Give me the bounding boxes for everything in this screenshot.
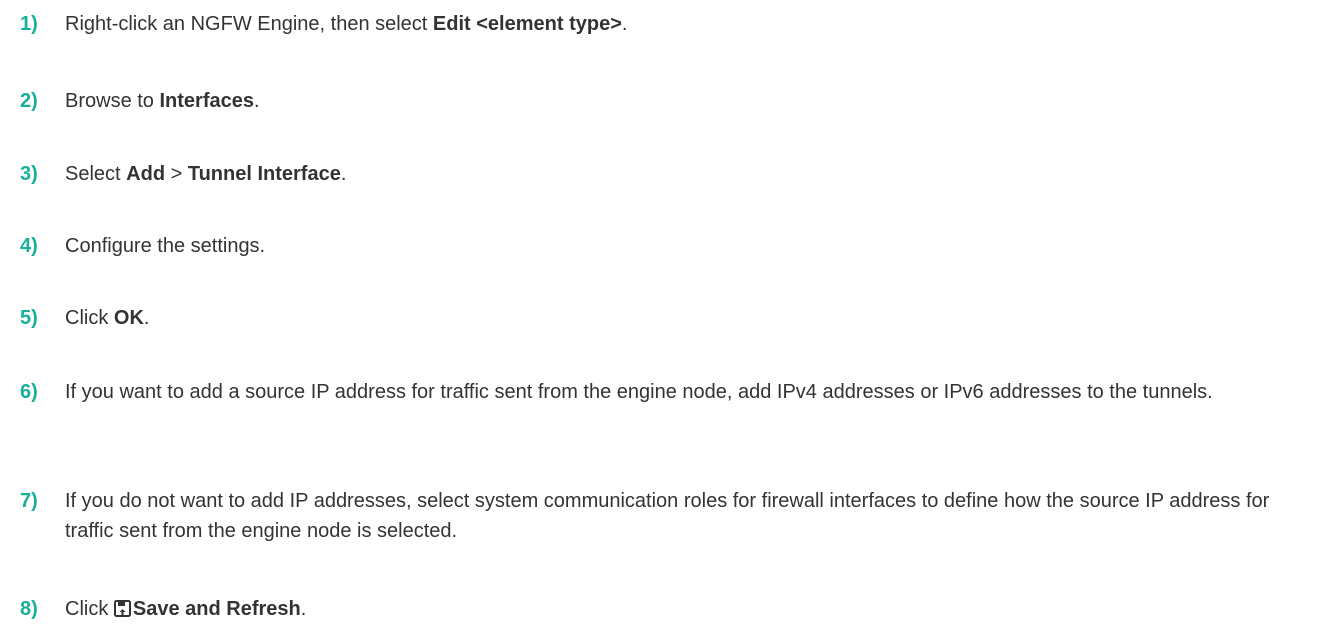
step-7: 7) If you do not want to add IP addresse…	[20, 486, 1312, 546]
step-number: 1)	[20, 13, 38, 35]
step-text: If you want to add a source IP address f…	[65, 381, 1213, 403]
step-number: 8)	[20, 598, 38, 620]
step-3: 3) Select Add > Tunnel Interface.	[20, 159, 1312, 189]
step-2: 2) Browse to Interfaces.	[20, 86, 1312, 116]
ui-term: Save and Refresh	[132, 598, 301, 620]
step-number: 5)	[20, 307, 38, 329]
step-number: 4)	[20, 235, 38, 257]
procedure-steps: 1) Right-click an NGFW Engine, then sele…	[0, 0, 1322, 629]
step-8: 8) Click Save and Refresh.	[20, 594, 1312, 626]
ui-term: Edit <element type>	[432, 13, 622, 35]
step-4: 4) Configure the settings.	[20, 231, 1312, 261]
step-number: 6)	[20, 381, 38, 403]
step-text: Right-click an NGFW Engine, then select …	[65, 13, 628, 35]
step-text: Browse to Interfaces.	[65, 90, 260, 112]
step-6: 6) If you want to add a source IP addres…	[20, 377, 1312, 407]
save-and-refresh-icon	[113, 596, 131, 626]
ui-term: Interfaces	[159, 90, 254, 112]
step-text: Click OK.	[65, 307, 150, 329]
ui-term: Add	[126, 163, 166, 185]
step-text: Configure the settings.	[65, 235, 266, 257]
step-text: Click Save and Refresh.	[65, 594, 1312, 626]
step-text: Select Add > Tunnel Interface.	[65, 163, 347, 185]
step-5: 5) Click OK.	[20, 303, 1312, 333]
step-text: If you do not want to add IP addresses, …	[65, 490, 1270, 542]
step-number: 3)	[20, 163, 38, 185]
step-number: 7)	[20, 490, 38, 512]
step-1: 1) Right-click an NGFW Engine, then sele…	[20, 9, 1312, 39]
step-number: 2)	[20, 90, 38, 112]
ui-term: Tunnel Interface	[187, 163, 341, 185]
ui-term: OK	[113, 307, 144, 329]
